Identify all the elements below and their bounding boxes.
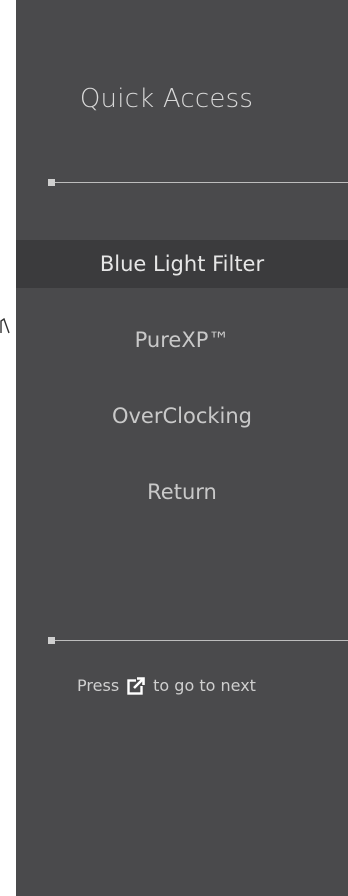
divider-marker [48,637,55,644]
partial-glyph-icon [0,318,10,334]
hint-text-before: Press [77,676,120,695]
bottom-divider [48,637,348,644]
menu-item-label: OverClocking [111,404,253,428]
top-divider [48,179,348,186]
page: Quick Access Blue Light Filter PureXP™ O… [0,0,348,896]
menu-item-return[interactable]: Return [16,468,348,516]
menu-item-purexp[interactable]: PureXP™ [16,316,348,364]
menu-item-overclocking[interactable]: OverClocking [16,392,348,440]
menu-item-label: PureXP™ [134,328,230,352]
menu-item-blue-light-filter[interactable]: Blue Light Filter [16,240,348,288]
menu-item-label: Blue Light Filter [99,252,265,276]
external-link-icon [127,676,146,695]
menu-item-label: Return [147,480,217,504]
navigation-hint: Press to go to next [16,676,317,695]
divider-marker [48,179,55,186]
panel-title: Quick Access [79,84,254,114]
hint-text-after: to go to next [153,676,256,695]
quick-access-panel: Quick Access Blue Light Filter PureXP™ O… [16,0,348,896]
